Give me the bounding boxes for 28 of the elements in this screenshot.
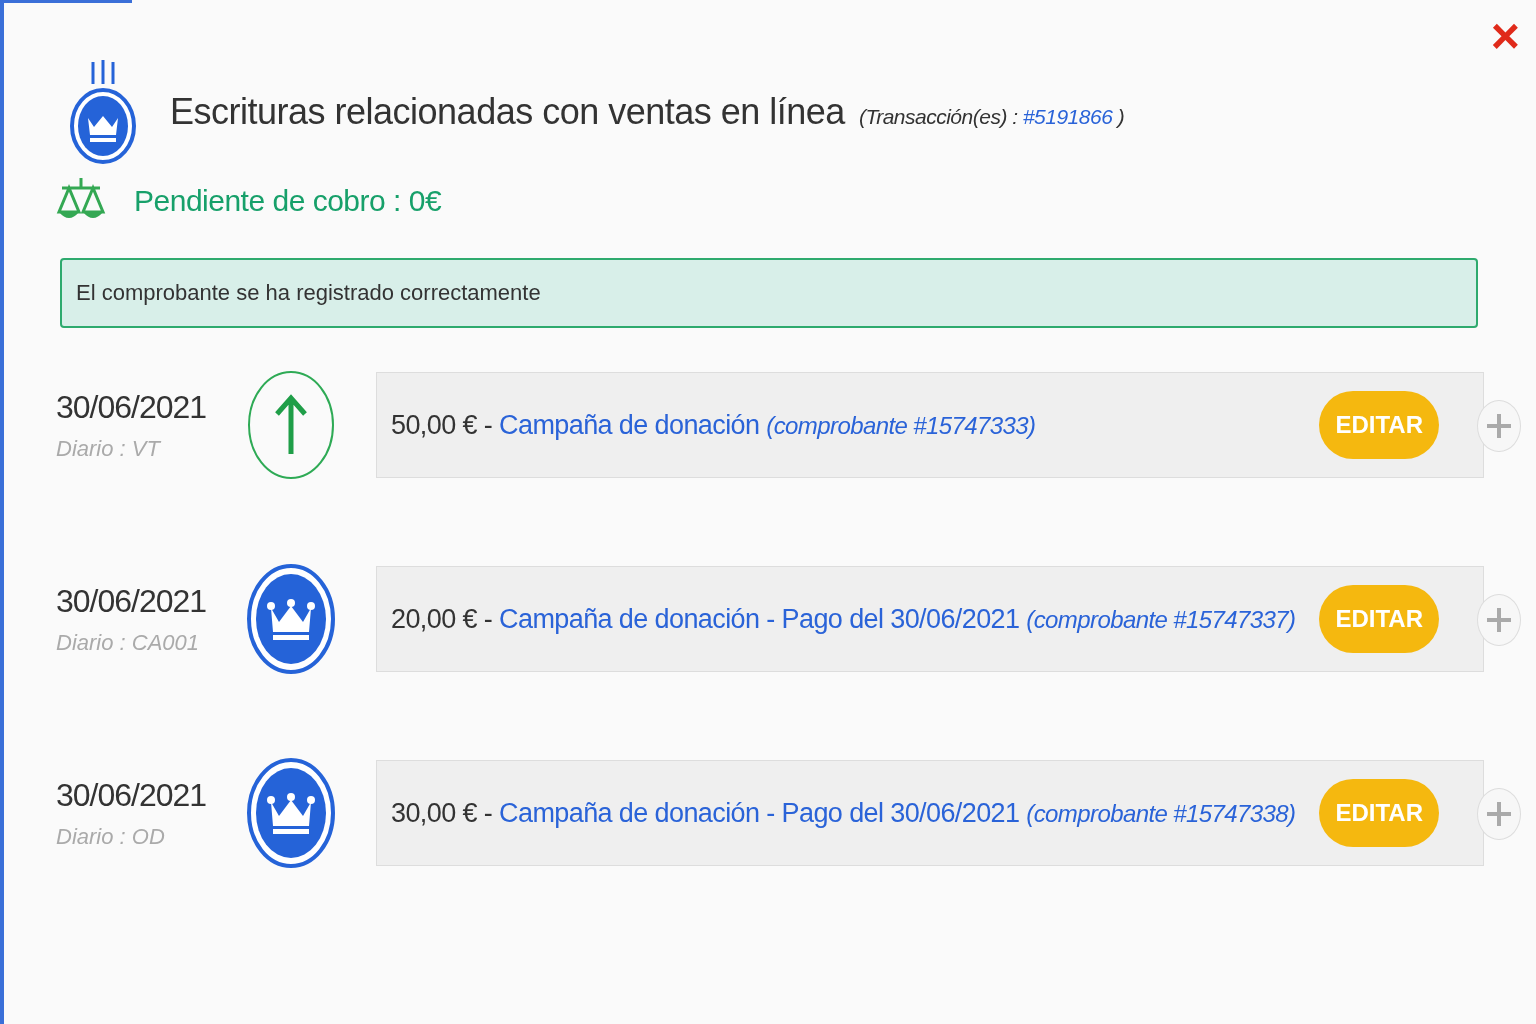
entry-link[interactable]: Campaña de donación - Pago del 30/06/2021 (499, 603, 1020, 634)
entry-link[interactable]: Campaña de donación (499, 409, 760, 440)
pending-amount: Pendiente de cobro : 0€ (134, 184, 442, 218)
arrow-up-icon (247, 370, 335, 480)
coin-crown-icon (70, 60, 136, 164)
journal-label: Diario : CA001 (56, 629, 201, 656)
journal-label: Diario : VT (56, 435, 162, 462)
add-button[interactable] (1477, 788, 1521, 840)
success-alert: El comprobante se ha registrado correctamente (60, 258, 1478, 328)
entry-description: 50,00 € - Campaña de donación (comprobante #15747333) (391, 409, 1037, 441)
transactions-text: (Transacción(es) : #5191866 ) (858, 105, 1125, 129)
entry-description: 30,00 € - Campaña de donación - Pago del 30/06/2021 (comprobante #15747338) (391, 797, 1297, 829)
add-button[interactable] (1477, 400, 1521, 452)
plus-icon (1486, 413, 1512, 439)
entry-description: 20,00 € - Campaña de donación - Pago del 30/06/2021 (comprobante #15747337) (391, 603, 1297, 635)
entry-date: 30/06/2021 (56, 388, 206, 426)
close-button[interactable]: × (1490, 14, 1520, 58)
dialog-title: Escrituras relacionadas con ventas en línea (170, 91, 845, 133)
entry-date: 30/06/2021 (56, 582, 206, 620)
add-button[interactable] (1477, 594, 1521, 646)
entry-date: 30/06/2021 (56, 776, 206, 814)
transaction-link[interactable]: #5191866 (1022, 105, 1113, 128)
plus-icon (1486, 607, 1512, 633)
crown-icon (247, 758, 335, 868)
plus-icon (1486, 801, 1512, 827)
crown-icon (247, 564, 335, 674)
journal-label: Diario : OD (56, 823, 166, 850)
entry-link[interactable]: Campaña de donación - Pago del 30/06/2021 (499, 797, 1020, 828)
